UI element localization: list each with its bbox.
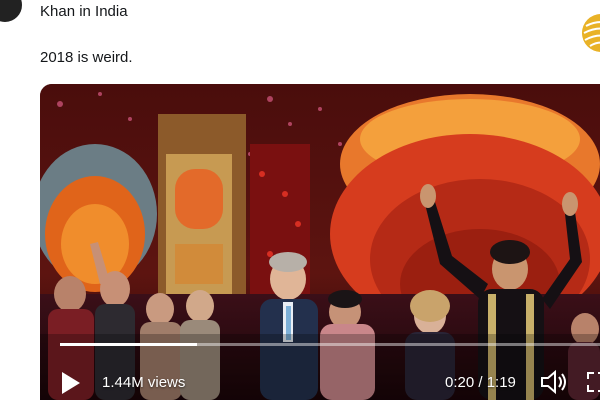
fullscreen-icon bbox=[587, 372, 600, 392]
fullscreen-button[interactable] bbox=[586, 371, 600, 393]
avatar[interactable] bbox=[0, 0, 24, 24]
play-icon bbox=[62, 372, 80, 394]
volume-button[interactable] bbox=[540, 369, 570, 395]
view-count: 1.44M views bbox=[102, 374, 186, 391]
yarn-ball-icon bbox=[582, 14, 600, 52]
video-player[interactable]: 1.44M views 0:20 / 1:19 bbox=[40, 84, 600, 400]
play-button[interactable] bbox=[58, 370, 82, 396]
progress-fill bbox=[60, 343, 197, 346]
progress-bar[interactable] bbox=[60, 343, 600, 346]
account-name[interactable]: Khan in India bbox=[40, 3, 128, 20]
playback-time: 0:20 / 1:19 bbox=[445, 374, 516, 391]
volume-icon bbox=[541, 369, 566, 395]
video-frame bbox=[40, 84, 600, 400]
tweet-text: 2018 is weird. bbox=[40, 49, 133, 66]
